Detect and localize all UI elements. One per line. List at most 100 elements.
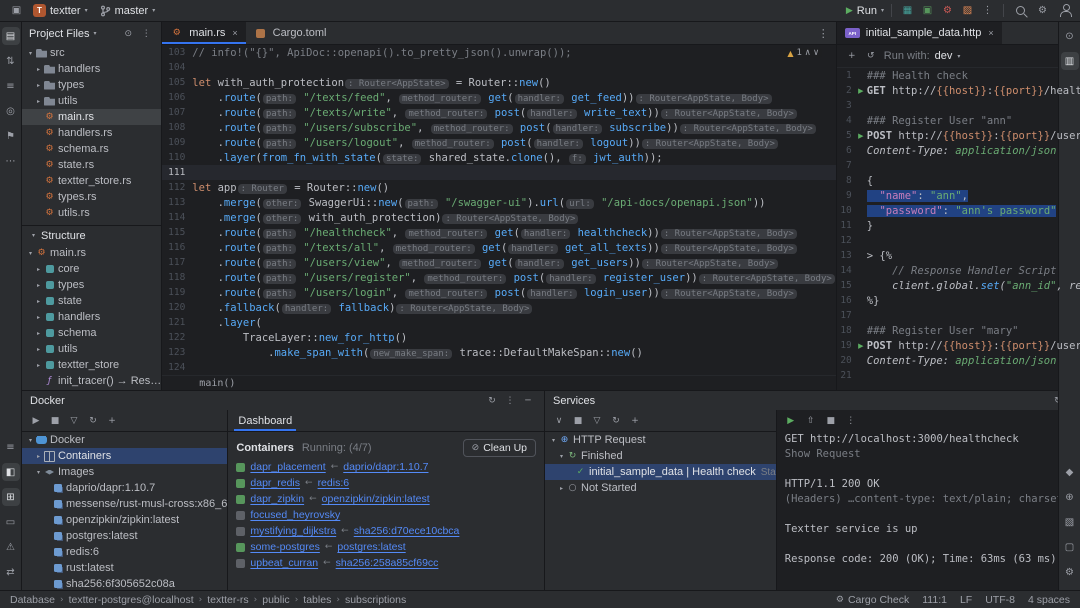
tree-item-state[interactable]: ▸ state	[22, 293, 161, 309]
container-image-link[interactable]: daprio/dapr:1.10.7	[343, 461, 428, 473]
code-line-5[interactable]: 5▶POST http://{{host}}:{{port}}/users/re…	[837, 128, 1080, 143]
terminal-tool-icon[interactable]: ▭	[2, 513, 20, 531]
tree-item-core[interactable]: ▸ core	[22, 261, 161, 277]
chevron-icon[interactable]: ▸	[34, 346, 43, 353]
structure-panel-header[interactable]: ▾ Structure	[22, 225, 162, 245]
chevron-icon[interactable]: ▾	[26, 250, 35, 257]
container-name-link[interactable]: dapr_placement	[250, 461, 325, 473]
editor-breadcrumb[interactable]: main()	[199, 378, 235, 389]
code-line-4[interactable]: 4 ### Register User "ann"	[837, 113, 1080, 128]
close-icon[interactable]: ×	[232, 28, 237, 38]
code-line-108[interactable]: 108 .route(path: "/users/subscribe", met…	[162, 120, 835, 135]
code-line-103[interactable]: 103 // info!("{}", ApiDoc::openapi().to_p…	[162, 45, 835, 60]
search-icon[interactable]	[1016, 6, 1025, 15]
code-line-122[interactable]: 122 TraceLayer::new_for_http()	[162, 330, 835, 345]
tree-item-textter-store[interactable]: ▸ textter_store	[22, 357, 161, 373]
bookmarks-tool-icon[interactable]: ⚑	[2, 127, 20, 145]
hide-panel-icon[interactable]: ─	[520, 393, 536, 409]
code-line-104[interactable]: 104	[162, 60, 835, 75]
tree-item-containers[interactable]: ▸ Containers	[22, 448, 228, 464]
tree-item-state-rs[interactable]: ⚙ state.rs	[22, 157, 161, 173]
dependencies-tool-icon[interactable]: ▧	[1061, 513, 1079, 531]
container-row[interactable]: dapr_zipkin ← openzipkin/zipkin:latest	[236, 491, 536, 507]
run-request-icon[interactable]: ▶	[855, 87, 867, 95]
chevron-icon[interactable]: ▸	[557, 485, 566, 492]
debug-icon[interactable]: ⚙	[939, 2, 956, 19]
ai-assistant-icon[interactable]: ◆	[1061, 463, 1079, 481]
container-image-link[interactable]: sha256:258a85cf69cc	[336, 557, 439, 569]
container-row[interactable]: dapr_placement ← daprio/dapr:1.10.7	[236, 459, 536, 475]
breadcrumb-item-tables[interactable]: tables	[303, 594, 331, 606]
tree-item-docker[interactable]: ▾ Docker	[22, 432, 227, 448]
run-request-icon[interactable]: ▶	[855, 342, 867, 350]
breadcrumb-item-subscriptions[interactable]: subscriptions	[345, 594, 406, 606]
profiler-icon[interactable]: ▦	[899, 2, 916, 19]
tree-item-handlers-rs[interactable]: ⚙ handlers.rs	[22, 125, 161, 141]
refresh-icon[interactable]: ↻	[85, 413, 101, 429]
tree-item-utils[interactable]: ▸ utils	[22, 93, 161, 109]
dashboard-tab[interactable]: Dashboard	[228, 410, 302, 431]
panel-options-icon[interactable]: ⋮	[138, 26, 154, 42]
chevron-icon[interactable]: ▸	[34, 314, 43, 321]
add-connection-icon[interactable]: +	[104, 413, 120, 429]
tree-item-schema[interactable]: ▸ schema	[22, 325, 161, 341]
tree-item-initial-sample-data-health-check[interactable]: ✓ initial_sample_data | Health check Sta	[545, 464, 776, 480]
code-line-113[interactable]: 113 .merge(other: SwaggerUi::new(path: "…	[162, 195, 835, 210]
code-line-111[interactable]: 111	[162, 165, 836, 180]
stop-icon[interactable]: ■	[570, 413, 586, 429]
container-image-link[interactable]: sha256:d70ece10cbca	[354, 525, 460, 537]
container-image-link[interactable]: postgres:latest	[337, 541, 405, 553]
code-line-14[interactable]: 14 // Response Handler Script	[837, 263, 1080, 278]
container-row[interactable]: mystifying_dijkstra ← sha256:d70ece10cbca	[236, 523, 536, 539]
refresh-icon[interactable]: ↻	[608, 413, 624, 429]
container-name-link[interactable]: dapr_redis	[250, 477, 300, 489]
structure-tool-icon[interactable]: ≡	[2, 77, 20, 95]
container-image-link[interactable]: openzipkin/zipkin:latest	[322, 493, 430, 505]
main-menu-icon[interactable]: ≡	[2, 438, 20, 456]
settings-icon[interactable]: ⚙	[1034, 2, 1051, 19]
tree-item-finished[interactable]: ▾ ↻ Finished	[545, 448, 776, 464]
chevron-icon[interactable]: ▸	[34, 82, 43, 89]
run-config-label[interactable]: Run	[857, 5, 877, 17]
tree-item-messense-rust-musl-cross-x86-6[interactable]: messense/rust-musl-cross:x86_6	[22, 496, 227, 512]
tree-item-daprio-dapr-1-10-7[interactable]: daprio/dapr:1.10.7	[22, 480, 227, 496]
next-problem-icon[interactable]: ∨	[813, 48, 818, 58]
settings-tool-icon[interactable]: ⚙	[1061, 563, 1079, 581]
caret-position[interactable]: 111:1	[922, 594, 947, 606]
chevron-icon[interactable]: ▸	[34, 330, 43, 337]
http-editor-tab[interactable]: API initial_sample_data.http ×	[836, 22, 1002, 44]
code-line-12[interactable]: 12	[837, 233, 1080, 248]
rerun-request-icon[interactable]: ▶	[783, 413, 799, 429]
breadcrumb-item-database[interactable]: Database	[10, 594, 55, 606]
tree-item-sha256-6f305652c08a[interactable]: sha256:6f305652c08a	[22, 576, 227, 590]
prev-problem-icon[interactable]: ∧	[805, 48, 810, 58]
show-request-link[interactable]: Show Request	[785, 448, 1080, 463]
user-avatar-icon[interactable]	[1059, 4, 1072, 17]
code-line-19[interactable]: 19▶POST http://{{host}}:{{port}}/users/r…	[837, 338, 1080, 353]
breadcrumb-item-public[interactable]: public	[262, 594, 289, 606]
code-editor[interactable]: 103 // info!("{}", ApiDoc::openapi().to_p…	[162, 45, 836, 375]
container-name-link[interactable]: some-postgres	[250, 541, 319, 553]
tree-item-rust-latest[interactable]: rust:latest	[22, 560, 227, 576]
code-line-20[interactable]: 20 Content-Type: application/json	[837, 353, 1080, 368]
code-line-3[interactable]: 3	[837, 98, 1080, 113]
tree-item-images[interactable]: ▾ Images	[22, 464, 227, 480]
chevron-icon[interactable]: ▸	[34, 266, 43, 273]
tree-item-handlers[interactable]: ▸ handlers	[22, 309, 161, 325]
tab-list-icon[interactable]: ⋮	[811, 22, 836, 44]
encoding[interactable]: UTF-8	[985, 594, 1015, 606]
line-ending[interactable]: LF	[960, 594, 972, 606]
console-output[interactable]: GET http://localhost:3000/healthcheck Sho…	[777, 432, 1080, 590]
more-icon[interactable]: ⋮	[843, 413, 859, 429]
tree-item-init-tracer-res[interactable]: ƒ init_tracer() → Res…	[22, 373, 161, 389]
code-line-9[interactable]: 9 "name": "ann",	[837, 188, 1080, 203]
expand-all-icon[interactable]: ∨	[551, 413, 567, 429]
filter-icon[interactable]: ▽	[66, 413, 82, 429]
code-line-16[interactable]: 16%}	[837, 293, 1080, 308]
code-line-119[interactable]: 119 .route(path: "/users/login", method_…	[162, 285, 835, 300]
code-line-116[interactable]: 116 .route(path: "/texts/all", method_ro…	[162, 240, 835, 255]
tree-item-postgres-latest[interactable]: postgres:latest	[22, 528, 227, 544]
window-menu-icon[interactable]: ▣	[8, 2, 25, 19]
documentation-tool-icon[interactable]: ▢	[1061, 538, 1079, 556]
code-line-118[interactable]: 118 .route(path: "/users/register", meth…	[162, 270, 835, 285]
